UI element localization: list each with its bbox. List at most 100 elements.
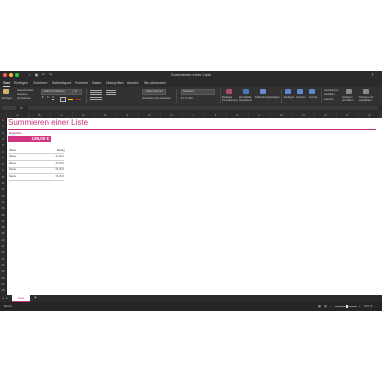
zoom-out-icon[interactable]: − xyxy=(330,304,332,309)
format-cells-icon[interactable] xyxy=(309,89,315,94)
next-sheet-icon[interactable]: ▸ xyxy=(6,295,8,301)
share-icon[interactable]: ⇪ xyxy=(370,72,375,77)
align-top-icon[interactable] xyxy=(90,90,102,91)
ribbon-separator xyxy=(220,89,221,103)
row-header[interactable]: 28 xyxy=(0,288,6,294)
cell-name: Name xyxy=(9,174,16,178)
zoom-in-icon[interactable]: + xyxy=(359,304,361,309)
sum-label: Ergebnis xyxy=(9,131,22,135)
underline-button[interactable]: U xyxy=(52,96,54,99)
cell-name: Name xyxy=(9,168,16,171)
cell-styles-label: Zellenformatvorlagen xyxy=(255,96,280,99)
font-size-value: 11 xyxy=(74,89,78,93)
title-bar: ⌂ ▣ ↶ ↷ Summieren einer Liste ⇪ xyxy=(0,71,382,79)
cell-amount: 35,00 € xyxy=(55,168,64,171)
copy-button[interactable]: Kopieren xyxy=(17,93,27,96)
format-as-table-label: Als Tabelle formatieren xyxy=(239,96,253,102)
font-color-icon[interactable] xyxy=(76,99,81,100)
font-name-value: Calibri (Textkörper) xyxy=(43,89,65,93)
sheet-title: Summieren einer Liste xyxy=(8,118,89,127)
merge-center-button[interactable]: Verbinden und zentrieren xyxy=(142,97,171,100)
tab-formulas[interactable]: Formeln xyxy=(75,80,88,86)
format-painter-button[interactable]: Formatieren xyxy=(17,97,31,100)
paste-icon[interactable] xyxy=(3,89,9,94)
delete-cells-label: Löschen xyxy=(296,96,306,99)
sort-filter-icon[interactable] xyxy=(346,89,352,94)
paste-label: Einfügen xyxy=(2,97,13,100)
window-title: Summieren einer Liste xyxy=(170,72,212,77)
indent-icon[interactable] xyxy=(106,90,116,91)
conditional-format-label: Bedingte Formatierung xyxy=(222,96,238,102)
normal-view-icon[interactable]: ▦ xyxy=(318,304,321,309)
header-name: Name xyxy=(9,149,16,152)
fill-color-icon[interactable] xyxy=(68,99,73,100)
tab-page-layout[interactable]: Seitenlayout xyxy=(52,80,71,86)
header-amount: Betrag xyxy=(57,149,65,152)
worksheet[interactable]: Summieren einer Liste Ergebnis 139,00 € … xyxy=(7,118,382,295)
status-bar: Bereit ▦ ▤ − + 100 % xyxy=(0,302,382,311)
sheet-tab-bar: ◂ ▸ Liste + xyxy=(0,295,382,302)
add-sheet-button[interactable]: + xyxy=(34,295,37,301)
status-text: Bereit xyxy=(4,304,12,308)
cell-name: Name xyxy=(9,155,16,158)
prev-sheet-icon[interactable]: ◂ xyxy=(2,295,4,301)
row-headers: 1 2 3 4 5 6 7 8 9 10 11 12 13 14 15 16 17 18 19 20 21 22 23 24 2… xyxy=(0,118,7,295)
zoom-window-button[interactable] xyxy=(15,73,19,77)
zoom-slider-thumb[interactable] xyxy=(346,305,348,308)
autosum-button[interactable]: AutoSumme xyxy=(324,89,338,92)
page-layout-view-icon[interactable]: ▤ xyxy=(324,304,327,309)
clear-button[interactable]: Löschen xyxy=(324,98,334,101)
table-row[interactable]: Name 46,00 € xyxy=(8,174,64,181)
cut-button[interactable]: Ausschneiden xyxy=(17,89,33,92)
delete-cells-icon[interactable] xyxy=(297,89,303,94)
conditional-format-icon[interactable] xyxy=(226,89,232,94)
find-select-icon[interactable] xyxy=(363,89,369,94)
excel-window: ⌂ ▣ ↶ ↷ Summieren einer Liste ⇪ Start Ei… xyxy=(0,71,382,311)
save-icon[interactable]: ▣ xyxy=(34,72,39,77)
align-left-icon[interactable] xyxy=(90,97,102,98)
wrap-text-label: Zeilenumbruch xyxy=(146,89,164,93)
format-as-table-icon[interactable] xyxy=(243,89,249,94)
zoom-level[interactable]: 100 % xyxy=(364,304,373,309)
insert-cells-icon[interactable] xyxy=(285,89,291,94)
ribbon-separator xyxy=(281,89,282,103)
borders-icon[interactable] xyxy=(60,97,66,102)
sheet-tab-liste[interactable]: Liste xyxy=(12,295,30,302)
formula-input[interactable] xyxy=(28,106,378,110)
ribbon-separator xyxy=(321,89,322,103)
undo-icon[interactable]: ↶ xyxy=(41,72,46,77)
insert-cells-label: Einfügen xyxy=(284,96,295,99)
tab-data[interactable]: Daten xyxy=(92,80,101,86)
cell-name: Name xyxy=(9,161,16,165)
close-window-button[interactable] xyxy=(3,73,7,77)
title-underline xyxy=(8,129,376,130)
bold-button[interactable]: F xyxy=(42,96,44,99)
ribbon-separator xyxy=(86,89,87,103)
find-select-label: Suchen und auswählen xyxy=(359,96,373,102)
tab-draw[interactable]: Zeichnen xyxy=(33,80,47,86)
format-cells-label: Format xyxy=(309,96,318,99)
ribbon-tabs: Start Einfügen Zeichnen Seitenlayout For… xyxy=(0,79,382,87)
function-icon[interactable]: fx xyxy=(20,105,23,111)
sum-result-cell[interactable]: 139,00 € xyxy=(8,136,51,142)
ribbon: Einfügen Ausschneiden Kopieren Formatier… xyxy=(0,87,382,106)
italic-button[interactable]: K xyxy=(47,96,49,99)
tell-me-search[interactable]: Sie wünschen xyxy=(144,80,166,86)
cell-styles-icon[interactable] xyxy=(260,89,266,94)
tab-insert[interactable]: Einfügen xyxy=(14,80,28,86)
redo-icon[interactable]: ↷ xyxy=(48,72,53,77)
cell-amount: 46,00 € xyxy=(55,161,64,165)
tab-start[interactable]: Start xyxy=(3,80,11,87)
fill-button[interactable]: Ausfüllen xyxy=(324,93,335,96)
ribbon-separator xyxy=(176,89,177,103)
cell-amount: 46,00 € xyxy=(55,174,64,178)
name-box[interactable] xyxy=(2,106,16,110)
minimize-window-button[interactable] xyxy=(9,73,13,77)
currency-button[interactable]: € ▾ % 000 xyxy=(181,97,193,100)
sort-filter-label: Sortieren und filtern xyxy=(342,96,354,102)
home-icon[interactable]: ⌂ xyxy=(27,72,32,77)
tab-view[interactable]: Ansicht xyxy=(127,80,138,86)
cell-amount: 12,00 € xyxy=(55,155,64,158)
tab-review[interactable]: Überprüfen xyxy=(106,80,124,86)
sum-result-value: 139,00 € xyxy=(31,136,49,141)
